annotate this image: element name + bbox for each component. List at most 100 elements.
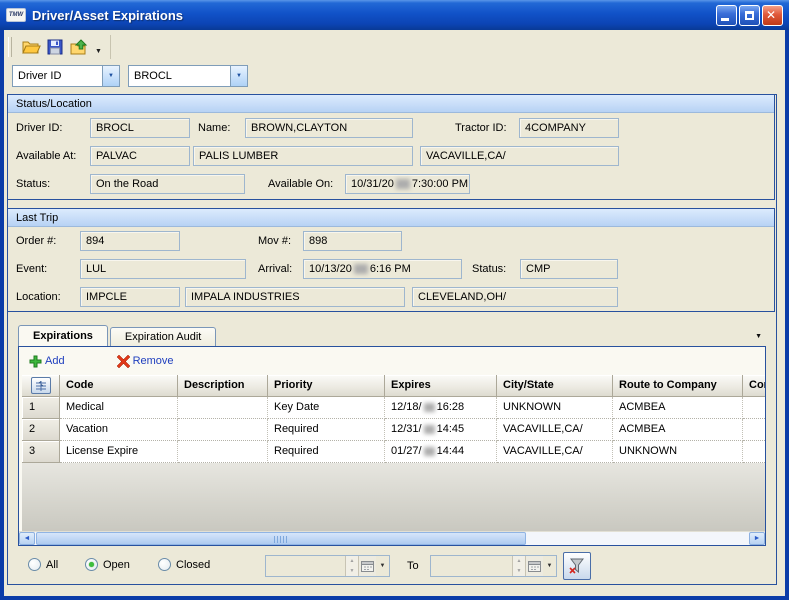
column-chooser-button[interactable] bbox=[31, 377, 51, 394]
event-field[interactable]: LUL bbox=[80, 259, 246, 279]
column-header-priority[interactable]: Priority bbox=[268, 375, 385, 397]
cell-code[interactable]: License Expire bbox=[60, 441, 178, 463]
cell-description[interactable] bbox=[178, 397, 268, 419]
column-header-route[interactable]: Route to Company bbox=[613, 375, 743, 397]
toolbar-edge bbox=[108, 35, 111, 59]
horizontal-scrollbar[interactable]: ◄ ► bbox=[19, 531, 765, 545]
tractor-id-field[interactable]: 4COMPANY bbox=[519, 118, 619, 138]
mov-field[interactable]: 898 bbox=[303, 231, 402, 251]
last-trip-header: Last Trip bbox=[8, 209, 774, 227]
cell-description[interactable] bbox=[178, 441, 268, 463]
cell-city-state[interactable]: VACAVILLE,CA/ bbox=[497, 441, 613, 463]
titlebar[interactable]: TMW Driver/Asset Expirations ✕ bbox=[0, 0, 789, 30]
app-icon: TMW bbox=[6, 8, 26, 22]
column-header-city-state[interactable]: City/State bbox=[497, 375, 613, 397]
to-calendar-button[interactable] bbox=[525, 556, 543, 576]
table-row[interactable]: 2 Vacation Required 12/31/14:45 VACAVILL… bbox=[22, 419, 765, 441]
driver-id-field[interactable]: BROCL bbox=[90, 118, 190, 138]
save-button[interactable] bbox=[43, 35, 67, 59]
cell-priority[interactable]: Required bbox=[268, 419, 385, 441]
tab-overflow-arrow[interactable]: ▼ bbox=[755, 333, 762, 340]
clear-filter-button[interactable] bbox=[563, 552, 591, 580]
scroll-left-button[interactable]: ◄ bbox=[19, 532, 35, 545]
toolbar-grip[interactable] bbox=[8, 37, 12, 57]
scrollbar-thumb[interactable] bbox=[36, 532, 526, 545]
cell-expires[interactable]: 01/27/14:44 bbox=[385, 441, 497, 463]
add-button[interactable]: Add bbox=[29, 355, 65, 368]
row-selector[interactable]: 1 bbox=[22, 397, 60, 419]
cell-route[interactable]: ACMBEA bbox=[613, 419, 743, 441]
triangle-up-icon: ▲ bbox=[350, 558, 355, 564]
table-row[interactable]: 1 Medical Key Date 12/18/16:28 UNKNOWN A… bbox=[22, 397, 765, 419]
cell-priority[interactable]: Key Date bbox=[268, 397, 385, 419]
query-field-value: Driver ID bbox=[13, 66, 102, 86]
maximize-button[interactable] bbox=[739, 5, 760, 26]
trip-status-field[interactable]: CMP bbox=[520, 259, 618, 279]
cell-con[interactable] bbox=[743, 397, 765, 419]
available-at-code-field[interactable]: PALVAC bbox=[90, 146, 190, 166]
cell-description[interactable] bbox=[178, 419, 268, 441]
spin-up-button[interactable]: ▲ bbox=[346, 556, 358, 566]
available-at-name-field[interactable]: PALIS LUMBER bbox=[193, 146, 413, 166]
expires-time: 16:28 bbox=[437, 401, 465, 413]
cell-route[interactable]: UNKNOWN bbox=[613, 441, 743, 463]
arrival-field[interactable]: 10/13/206:16 PM bbox=[303, 259, 462, 279]
arrival-label: Arrival: bbox=[258, 259, 292, 279]
query-field-dropdown-button[interactable]: ▼ bbox=[102, 66, 119, 86]
radio-open[interactable]: Open bbox=[85, 558, 130, 571]
location-city-field[interactable]: CLEVELAND,OH/ bbox=[412, 287, 618, 307]
status-field[interactable]: On the Road bbox=[90, 174, 245, 194]
query-field-combobox[interactable]: Driver ID ▼ bbox=[12, 65, 120, 87]
row-selector[interactable]: 3 bbox=[22, 441, 60, 463]
from-date-picker[interactable]: ▲ ▼ ▼ bbox=[265, 555, 390, 577]
plus-icon bbox=[29, 355, 42, 368]
cell-code[interactable]: Vacation bbox=[60, 419, 178, 441]
name-field[interactable]: BROWN,CLAYTON bbox=[245, 118, 413, 138]
cell-con[interactable] bbox=[743, 441, 765, 463]
cell-city-state[interactable]: VACAVILLE,CA/ bbox=[497, 419, 613, 441]
scroll-right-button[interactable]: ► bbox=[749, 532, 765, 545]
query-value-dropdown-button[interactable]: ▼ bbox=[230, 66, 247, 86]
remove-button[interactable]: Remove bbox=[117, 355, 174, 368]
location-name-field[interactable]: IMPALA INDUSTRIES bbox=[185, 287, 405, 307]
export-button[interactable] bbox=[67, 35, 91, 59]
close-button[interactable]: ✕ bbox=[762, 5, 783, 26]
available-at-city-field[interactable]: VACAVILLE,CA/ bbox=[420, 146, 619, 166]
cell-route[interactable]: ACMBEA bbox=[613, 397, 743, 419]
chevron-down-icon: ▼ bbox=[108, 73, 114, 79]
minimize-button[interactable] bbox=[716, 5, 737, 26]
toolbar-overflow-arrow[interactable]: ▼ bbox=[95, 40, 102, 55]
cell-code[interactable]: Medical bbox=[60, 397, 178, 419]
radio-closed[interactable]: Closed bbox=[158, 558, 210, 571]
from-date-dropdown-button[interactable]: ▼ bbox=[376, 556, 389, 576]
query-value-combobox[interactable]: BROCL ▼ bbox=[128, 65, 248, 87]
open-button[interactable] bbox=[19, 35, 43, 59]
spin-up-button[interactable]: ▲ bbox=[513, 556, 525, 566]
row-selector[interactable]: 2 bbox=[22, 419, 60, 441]
cell-city-state[interactable]: UNKNOWN bbox=[497, 397, 613, 419]
order-field[interactable]: 894 bbox=[80, 231, 180, 251]
app-window: TMW Driver/Asset Expirations ✕ bbox=[0, 0, 789, 600]
cell-con[interactable] bbox=[743, 419, 765, 441]
radio-all[interactable]: All bbox=[28, 558, 58, 571]
from-calendar-button[interactable] bbox=[358, 556, 376, 576]
column-header-con[interactable]: Con bbox=[743, 375, 765, 397]
status-label: Status: bbox=[16, 174, 50, 194]
column-header-expires[interactable]: Expires bbox=[385, 375, 497, 397]
spin-down-button[interactable]: ▼ bbox=[346, 566, 358, 576]
tab-expirations[interactable]: Expirations bbox=[18, 325, 108, 346]
cell-expires[interactable]: 12/18/16:28 bbox=[385, 397, 497, 419]
to-label: To bbox=[407, 560, 419, 572]
spin-down-button[interactable]: ▼ bbox=[513, 566, 525, 576]
location-code-field[interactable]: IMPCLE bbox=[80, 287, 180, 307]
available-on-field[interactable]: 10/31/207:30:00 PM bbox=[345, 174, 470, 194]
cell-priority[interactable]: Required bbox=[268, 441, 385, 463]
column-header-description[interactable]: Description bbox=[178, 375, 268, 397]
tab-expiration-audit[interactable]: Expiration Audit bbox=[110, 327, 216, 346]
table-row[interactable]: 3 License Expire Required 01/27/14:44 VA… bbox=[22, 441, 765, 463]
cell-expires[interactable]: 12/31/14:45 bbox=[385, 419, 497, 441]
to-date-picker[interactable]: ▲ ▼ ▼ bbox=[430, 555, 557, 577]
redacted-text bbox=[396, 179, 410, 189]
column-header-code[interactable]: Code bbox=[60, 375, 178, 397]
to-date-dropdown-button[interactable]: ▼ bbox=[543, 556, 556, 576]
